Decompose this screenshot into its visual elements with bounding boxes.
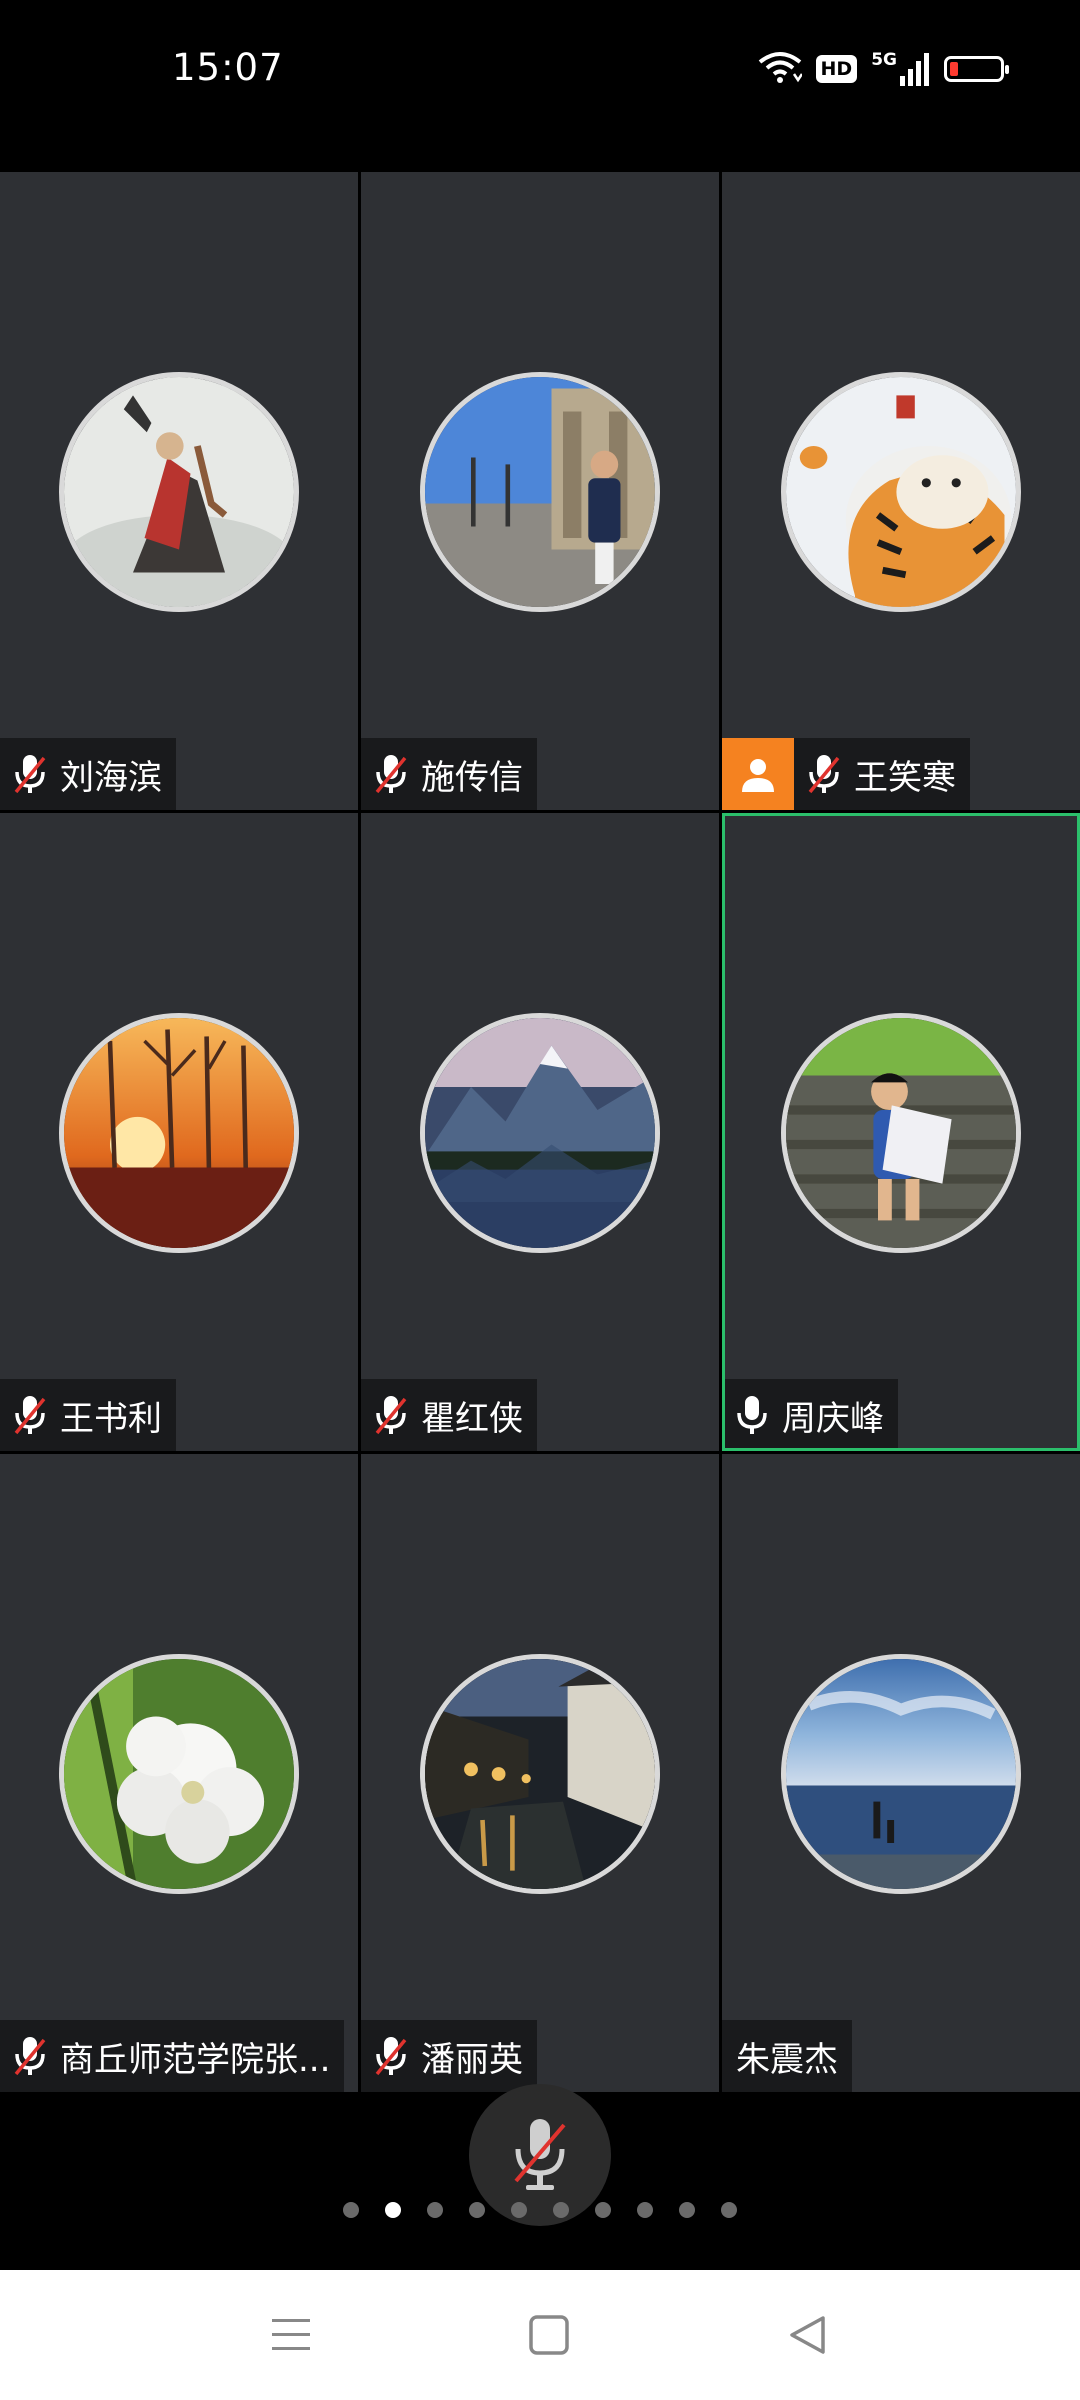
home-icon <box>529 2315 569 2355</box>
participant-name: 施传信 <box>421 757 523 798</box>
participant-tile[interactable]: 王书利 <box>0 813 358 1451</box>
participant-name: 潘丽英 <box>421 2039 523 2080</box>
name-bar: 朱震杰 <box>722 2020 852 2092</box>
participant-avatar <box>781 1013 1021 1253</box>
mic-muted-icon <box>514 2119 566 2190</box>
participant-name: 商丘师范学院张... <box>60 2039 331 2080</box>
mic-muted-icon[interactable] <box>10 2034 50 2078</box>
participant-avatar <box>781 372 1021 612</box>
name-bar: 商丘师范学院张... <box>0 2020 345 2092</box>
page-dot-current[interactable] <box>385 2202 401 2218</box>
page-dot[interactable] <box>553 2202 569 2218</box>
page-dot[interactable] <box>595 2202 611 2218</box>
meeting-controls <box>0 2084 1080 2270</box>
participant-avatar <box>420 1013 660 1253</box>
participant-tile[interactable]: 王笑寒 <box>722 172 1080 810</box>
page-dot[interactable] <box>637 2202 653 2218</box>
mic-muted-icon[interactable] <box>371 1393 411 1437</box>
host-badge <box>722 738 794 810</box>
page-dot[interactable] <box>721 2202 737 2218</box>
page-indicator <box>0 2202 1080 2218</box>
menu-button[interactable] <box>266 2310 316 2360</box>
participant-avatar <box>59 1654 299 1894</box>
participant-tile[interactable]: 商丘师范学院张... <box>0 1454 358 2092</box>
name-bar: 王书利 <box>0 1379 176 1451</box>
participant-tile[interactable]: 施传信 <box>361 172 719 810</box>
back-icon <box>790 2316 825 2354</box>
participant-tile[interactable]: 朱震杰 <box>722 1454 1080 2092</box>
participant-name: 王书利 <box>60 1398 162 1439</box>
back-button[interactable] <box>782 2310 832 2360</box>
participant-name: 王笑寒 <box>854 757 956 798</box>
mic-muted-icon[interactable] <box>371 752 411 796</box>
hd-icon: HD <box>815 55 858 83</box>
participant-name: 刘海滨 <box>60 757 162 798</box>
participant-tile-active-speaker[interactable]: 周庆峰 <box>722 813 1080 1451</box>
participant-avatar <box>420 1654 660 1894</box>
mic-muted-icon[interactable] <box>10 752 50 796</box>
name-bar: 刘海滨 <box>0 738 176 810</box>
name-bar: 瞿红侠 <box>361 1379 537 1451</box>
participant-name: 周庆峰 <box>782 1398 884 1439</box>
participant-avatar <box>59 1013 299 1253</box>
participant-avatar <box>59 372 299 612</box>
participant-avatar <box>420 372 660 612</box>
network-label: 5G <box>871 50 897 70</box>
participant-name: 朱震杰 <box>736 2039 838 2080</box>
name-bar: 施传信 <box>361 738 537 810</box>
signal-5g-icon: 5G <box>871 52 930 86</box>
status-time: 15:07 <box>172 46 284 89</box>
participant-tile[interactable]: 瞿红侠 <box>361 813 719 1451</box>
name-bar: 王笑寒 <box>794 738 970 810</box>
wifi-icon <box>758 50 803 88</box>
mic-icon[interactable] <box>732 1393 772 1437</box>
participant-tile[interactable]: 刘海滨 <box>0 172 358 810</box>
participant-name: 瞿红侠 <box>421 1398 523 1439</box>
menu-icon <box>272 2319 310 2350</box>
battery-low-icon <box>944 56 1009 82</box>
name-bar: 潘丽英 <box>361 2020 537 2092</box>
mic-muted-icon[interactable] <box>10 1393 50 1437</box>
page-dot[interactable] <box>343 2202 359 2218</box>
page-dot[interactable] <box>679 2202 695 2218</box>
page-dot[interactable] <box>511 2202 527 2218</box>
system-nav-bar <box>0 2270 1080 2400</box>
name-bar: 周庆峰 <box>725 1379 898 1448</box>
participant-tile[interactable]: 潘丽英 <box>361 1454 719 2092</box>
status-icons: HD 5G <box>758 48 1009 90</box>
home-button[interactable] <box>524 2310 574 2360</box>
status-bar: 15:07 HD 5G <box>0 0 1080 172</box>
mic-muted-icon[interactable] <box>371 2034 411 2078</box>
participant-avatar <box>781 1654 1021 1894</box>
page-dot[interactable] <box>469 2202 485 2218</box>
mic-muted-icon[interactable] <box>804 752 844 796</box>
person-icon <box>742 759 774 792</box>
page-dot[interactable] <box>427 2202 443 2218</box>
participant-grid: 刘海滨 施传信 王笑寒 王书利 瞿红侠 周庆峰 商丘师范学院张... 潘丽英 朱… <box>0 172 1080 2092</box>
